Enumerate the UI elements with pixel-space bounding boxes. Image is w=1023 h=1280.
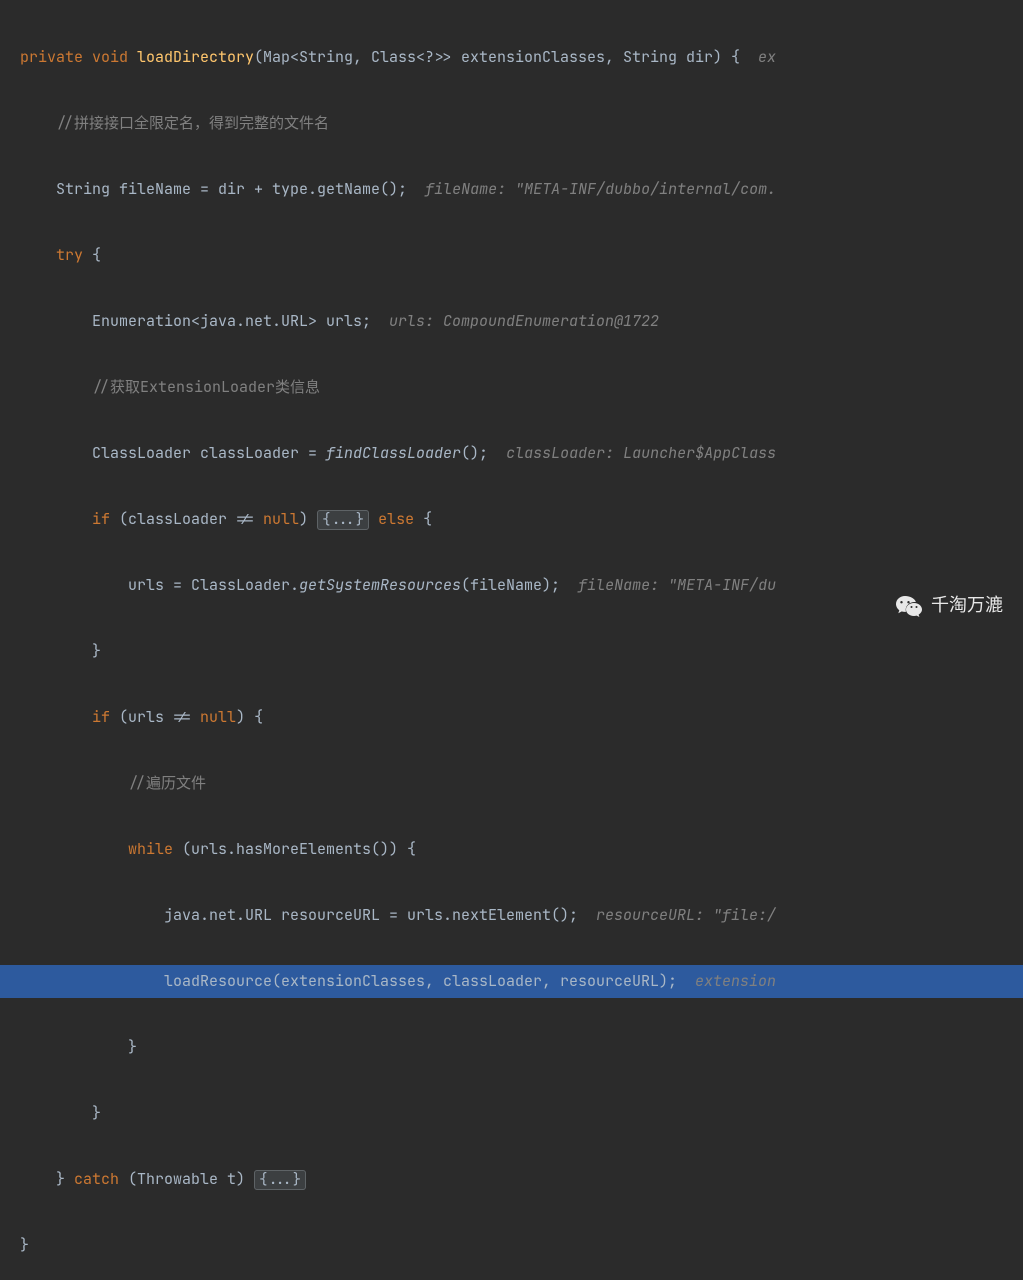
code-text: ClassLoader classLoader = [92, 443, 326, 463]
code-line[interactable]: //获取ExtensionLoader类信息 [20, 371, 1023, 404]
code-line[interactable]: } [20, 1229, 1023, 1262]
keyword: if [92, 509, 110, 529]
keyword: while [128, 839, 173, 859]
brace: } [92, 1103, 101, 1123]
code-text: } [56, 1169, 74, 1189]
watermark: 千淘万漉 [895, 589, 1003, 622]
code-text: java.net.URL resourceURL = urls.nextElem… [164, 905, 596, 925]
code-line[interactable]: if (urls != null) { [20, 701, 1023, 734]
code-text: .getName(); [308, 179, 425, 199]
code-text: (urls.hasMoreElements()) { [173, 839, 416, 859]
inline-hint: extension [695, 971, 776, 991]
keyword: else [369, 509, 414, 529]
code-line[interactable]: if (classLoader != null) {...} else { [20, 503, 1023, 536]
field: type [272, 179, 308, 199]
code-line[interactable]: ClassLoader classLoader = findClassLoade… [20, 437, 1023, 470]
code-text: (urls != [110, 707, 200, 727]
code-text: ) { [236, 707, 263, 727]
code-text: ) [299, 509, 317, 529]
code-line[interactable]: try { [20, 239, 1023, 272]
keyword: private void [20, 47, 128, 67]
code-text: loadResource(extensionClasses, classLoad… [164, 971, 695, 991]
code-line[interactable]: } [20, 1031, 1023, 1064]
code-line[interactable]: private void loadDirectory(Map<String, C… [20, 41, 1023, 74]
brace: } [92, 641, 101, 661]
method-name: loadDirectory [128, 47, 254, 67]
code-editor[interactable]: private void loadDirectory(Map<String, C… [0, 0, 1023, 1280]
comment: //拼接接口全限定名，得到完整的文件名 [56, 113, 329, 133]
keyword: if [92, 707, 110, 727]
static-call: findClassLoader [326, 443, 461, 463]
comment: //获取ExtensionLoader类信息 [92, 377, 320, 397]
keyword: null [263, 509, 299, 529]
keyword: null [200, 707, 236, 727]
code-line[interactable]: } catch (Throwable t) {...} [20, 1163, 1023, 1196]
inline-hint: fileName: "META-INF/du [578, 575, 776, 595]
code-text: (classLoader != [110, 509, 263, 529]
code-line-highlighted[interactable]: loadResource(extensionClasses, classLoad… [0, 965, 1023, 998]
params: (Map<String, Class<?>> extensionClasses,… [254, 47, 758, 67]
code-text: String fileName = dir + [56, 179, 272, 199]
brace: { [414, 509, 432, 529]
code-text: (fileName); [461, 575, 578, 595]
code-text: (Throwable t) [119, 1169, 254, 1189]
brace: { [83, 245, 101, 265]
inline-hint: resourceURL: "file:/ [596, 905, 776, 925]
code-line[interactable]: } [20, 1097, 1023, 1130]
inline-hint: urls: CompoundEnumeration@1722 [389, 311, 659, 331]
keyword: try [56, 245, 83, 265]
inline-hint: classLoader: Launcher$AppClass [506, 443, 776, 463]
code-line[interactable]: while (urls.hasMoreElements()) { [20, 833, 1023, 866]
brace: } [20, 1235, 29, 1255]
comment: //遍历文件 [128, 773, 206, 793]
fold-region[interactable]: {...} [317, 510, 369, 530]
code-line[interactable]: Enumeration<java.net.URL> urls; urls: Co… [20, 305, 1023, 338]
inline-hint: ex [758, 47, 776, 67]
inline-hint: fileName: "META-INF/dubbo/internal/com. [425, 179, 776, 199]
keyword: catch [74, 1169, 119, 1189]
fold-region[interactable]: {...} [254, 1170, 306, 1190]
code-line[interactable]: String fileName = dir + type.getName(); … [20, 173, 1023, 206]
code-text: Enumeration<java.net.URL> urls; [92, 311, 389, 331]
wechat-icon [895, 594, 923, 618]
code-text: (); [461, 443, 506, 463]
code-line[interactable]: //拼接接口全限定名，得到完整的文件名 [20, 107, 1023, 140]
watermark-text: 千淘万漉 [931, 589, 1003, 622]
static-call: getSystemResources [299, 575, 461, 595]
code-text: urls = ClassLoader. [128, 575, 299, 595]
code-line[interactable]: urls = ClassLoader.getSystemResources(fi… [20, 569, 1023, 602]
code-line[interactable]: //遍历文件 [20, 767, 1023, 800]
code-line[interactable]: java.net.URL resourceURL = urls.nextElem… [20, 899, 1023, 932]
brace: } [128, 1037, 137, 1057]
